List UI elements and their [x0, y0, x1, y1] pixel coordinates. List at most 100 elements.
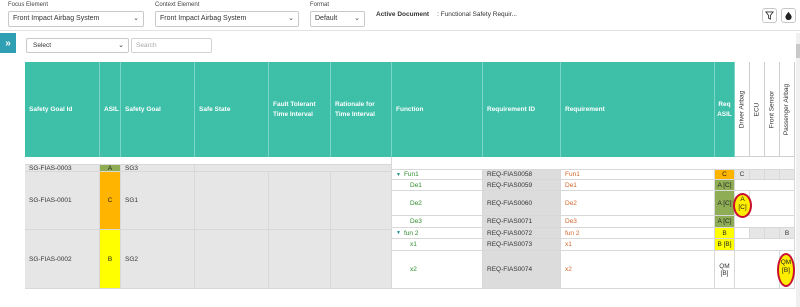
requirement-cell[interactable]: De3	[561, 216, 715, 228]
search-input[interactable]: Search	[131, 38, 212, 53]
collapse-triangle-icon[interactable]: ▼	[396, 172, 401, 178]
requirement-cell[interactable]: De1	[561, 180, 715, 191]
passenger-airbag-label: Passenger Airbag	[783, 83, 791, 135]
col-header-safety-goal-id[interactable]: Safety Goal Id	[25, 62, 100, 157]
ftti-cell[interactable]	[269, 230, 331, 289]
goal-name-cell[interactable]: SG1	[121, 172, 195, 230]
format-group: Format Default ⌄	[310, 1, 365, 27]
function-cell[interactable]: ▼ fun 2	[392, 228, 483, 239]
ftti-cell[interactable]	[269, 172, 331, 230]
alloc-driver-cell[interactable]	[735, 228, 750, 239]
scrollbar-thumb[interactable]	[796, 44, 800, 58]
goal-asil-cell: A	[100, 165, 121, 172]
context-element-select[interactable]: Front Impact Airbag System ⌄	[155, 11, 299, 27]
col-header-safe-state[interactable]: Safe State	[195, 62, 269, 157]
col-header-front-sensor[interactable]: Front Sensor	[765, 62, 780, 157]
col-header-driver-airbag[interactable]: Driver Airbag	[735, 62, 750, 157]
col-header-ftti[interactable]: Fault Tolerant Time Interval	[269, 62, 331, 157]
color-button[interactable]	[781, 8, 796, 23]
function-cell[interactable]: De2	[392, 191, 483, 216]
col-header-requirement[interactable]: Requirement	[561, 62, 715, 157]
req-asil-cell: A [C]	[715, 216, 735, 228]
spacer-row	[392, 157, 795, 170]
alloc-passenger-value: QM [B]	[780, 259, 792, 274]
goal-name-cell[interactable]: SG2	[121, 230, 195, 289]
goal-detail-cell	[195, 165, 392, 172]
alloc-ecu-cell[interactable]	[750, 170, 765, 180]
requirement-cell[interactable]: De2	[561, 191, 715, 216]
col-header-rationale[interactable]: Rationale for Time Interval	[331, 62, 392, 157]
format-select[interactable]: Default ⌄	[310, 11, 365, 27]
requirement-id-cell[interactable]: REQ-FIAS0058	[483, 170, 561, 180]
requirement-id-cell[interactable]: REQ-FIAS0074	[483, 251, 561, 289]
goal-asil-cell: B	[100, 230, 121, 289]
collapse-triangle-icon[interactable]: ▼	[396, 230, 401, 236]
search-placeholder: Search	[136, 42, 157, 49]
alloc-front-sensor-cell[interactable]	[765, 170, 780, 180]
goal-asil-cell: C	[100, 172, 121, 230]
focus-element-select[interactable]: Front Impact Airbag System ⌄	[8, 11, 144, 27]
context-element-group: Context Element Front Impact Airbag Syst…	[155, 1, 299, 27]
function-cell[interactable]: x1	[392, 239, 483, 251]
goal-name-cell[interactable]: SG3	[121, 165, 195, 172]
function-cell[interactable]: ▼ Fun1	[392, 170, 483, 180]
req-asil-cell: A [C]	[715, 191, 735, 216]
filter-bar: Focus Element Front Impact Airbag System…	[0, 0, 800, 31]
driver-airbag-label: Driver Airbag	[738, 90, 746, 128]
requirement-cell[interactable]: fun 2	[561, 228, 715, 239]
filter-toggle-button[interactable]	[762, 8, 777, 23]
col-header-requirement-id[interactable]: Requirement ID	[483, 62, 561, 157]
alloc-ecu-cell[interactable]	[750, 228, 765, 239]
focus-element-label: Focus Element	[8, 2, 49, 8]
requirement-id-cell[interactable]: REQ-FIAS0072	[483, 228, 561, 239]
alloc-empty-cells[interactable]	[735, 180, 795, 191]
format-label: Format	[310, 2, 330, 8]
chevron-down-icon: ⌄	[118, 42, 124, 49]
requirement-cell[interactable]: x1	[561, 239, 715, 251]
col-header-function[interactable]: Function	[392, 62, 483, 157]
requirement-cell[interactable]: Fun1	[561, 170, 715, 180]
goal-id-cell[interactable]: SG-FIAS-0003	[25, 165, 100, 172]
requirement-id-cell[interactable]: REQ-FIAS0059	[483, 180, 561, 191]
alloc-empty-cells[interactable]	[735, 239, 795, 251]
alloc-empty-cells[interactable]	[735, 251, 780, 289]
requirement-id-cell[interactable]: REQ-FIAS0073	[483, 239, 561, 251]
col-header-safety-goal[interactable]: Safety Goal	[121, 62, 195, 157]
function-cell[interactable]: x2	[392, 251, 483, 289]
alloc-passenger-cell[interactable]: B	[780, 228, 795, 239]
active-document-value[interactable]: : Functional Safety Requir...	[437, 11, 517, 18]
ecu-label: ECU	[753, 102, 761, 116]
context-element-value: Front Impact Airbag System	[160, 15, 247, 22]
req-asil-cell: B [B]	[715, 239, 735, 251]
alloc-passenger-cell[interactable]	[780, 170, 795, 180]
function-cell[interactable]: De1	[392, 180, 483, 191]
req-asil-cell: QM [B]	[715, 251, 735, 289]
filter-icon	[765, 11, 774, 20]
col-header-ecu[interactable]: ECU	[750, 62, 765, 157]
col-header-asil[interactable]: ASIL	[100, 62, 121, 157]
function-cell[interactable]: De3	[392, 216, 483, 228]
goal-id-cell[interactable]: SG-FIAS-0001	[25, 172, 100, 230]
rationale-cell[interactable]	[331, 172, 392, 230]
alloc-empty-cells[interactable]	[750, 191, 795, 216]
safe-state-cell[interactable]	[195, 172, 269, 230]
function-name: Fun1	[403, 171, 419, 178]
vertical-scrollbar[interactable]	[796, 33, 800, 307]
requirement-id-cell[interactable]: REQ-FIAS0060	[483, 191, 561, 216]
requirement-cell[interactable]: x2	[561, 251, 715, 289]
expand-panel-button[interactable]: »	[0, 33, 16, 53]
col-header-req-asil[interactable]: Req ASIL	[715, 62, 735, 157]
col-header-passenger-airbag[interactable]: Passenger Airbag	[780, 62, 795, 157]
alloc-driver-cell[interactable]: C	[735, 170, 750, 180]
rationale-cell[interactable]	[331, 230, 392, 289]
view-select[interactable]: Select ⌄	[26, 38, 129, 53]
alloc-front-sensor-cell[interactable]	[765, 228, 780, 239]
requirement-id-cell[interactable]: REQ-FIAS0071	[483, 216, 561, 228]
context-element-label: Context Element	[155, 2, 200, 8]
goal-id-cell[interactable]: SG-FIAS-0002	[25, 230, 100, 289]
safe-state-cell[interactable]	[195, 230, 269, 289]
alloc-empty-cells[interactable]	[735, 216, 795, 228]
spacer-row	[25, 157, 392, 165]
req-asil-cell: C	[715, 170, 735, 180]
focus-element-value: Front Impact Airbag System	[13, 15, 100, 22]
